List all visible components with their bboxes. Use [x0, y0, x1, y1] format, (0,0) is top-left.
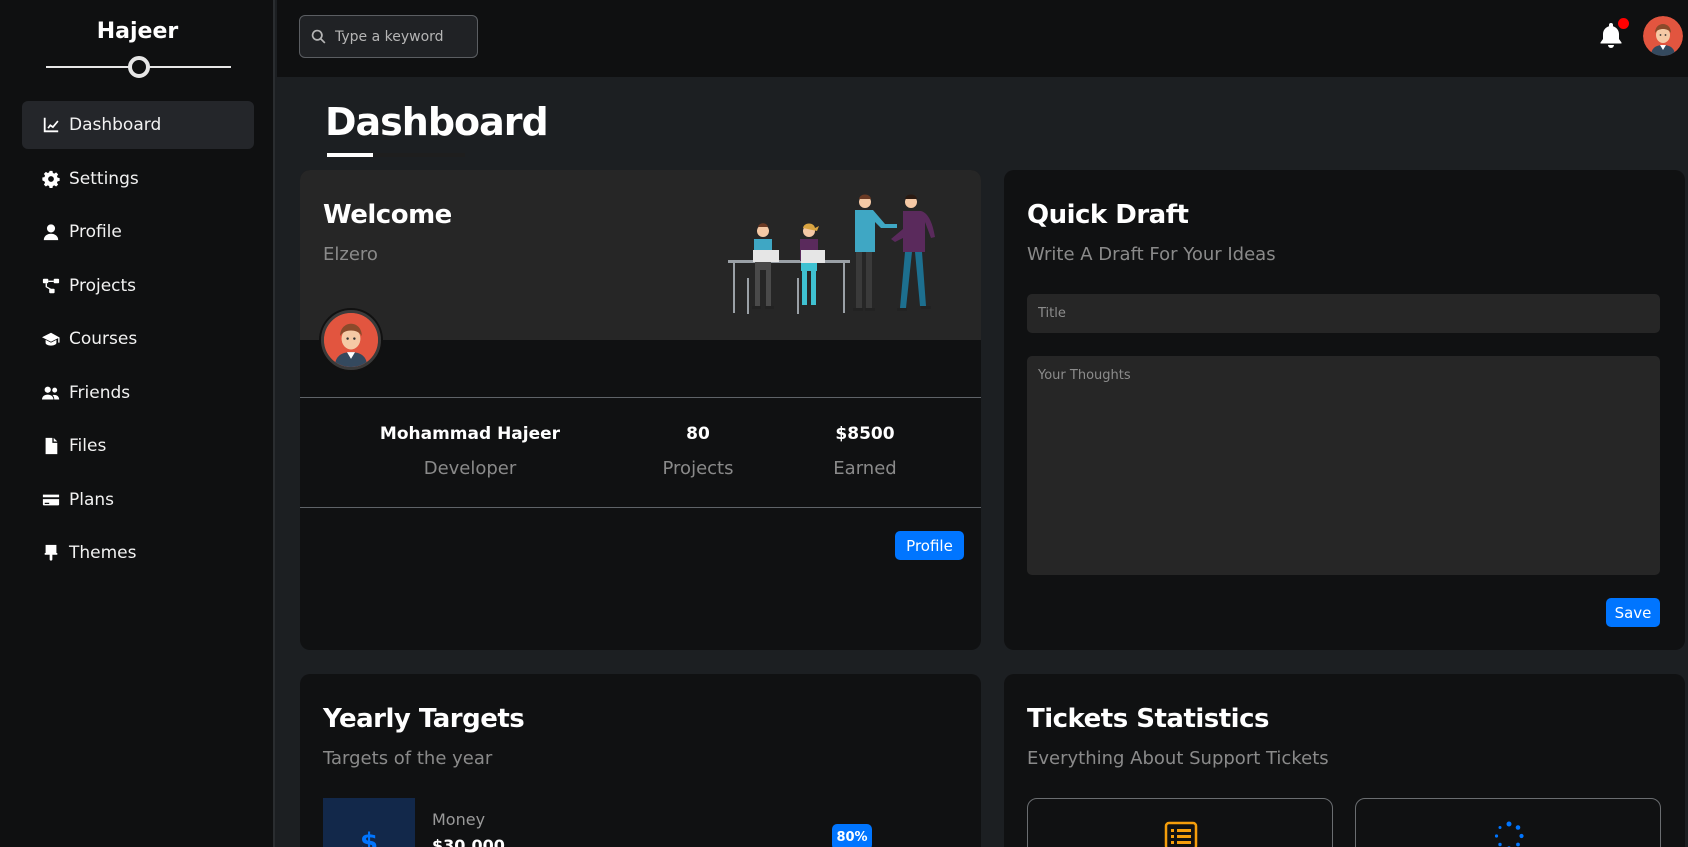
spinner-icon: [1494, 821, 1524, 847]
stat-projects: 80 Projects: [618, 424, 778, 479]
stat-earned-value: $8500: [835, 424, 895, 444]
stat-projects-value: 80: [686, 424, 710, 444]
title-underline-highlight: [327, 153, 373, 157]
sidebar-item-label: Files: [69, 436, 107, 456]
money-percent-badge: 80%: [832, 824, 872, 847]
money-label: Money: [432, 810, 486, 829]
sidebar-item-themes[interactable]: Themes: [22, 529, 254, 577]
users-icon: [41, 383, 61, 403]
tickets-statistics-card: Tickets Statistics Everything About Supp…: [1004, 674, 1685, 847]
gear-icon: [41, 169, 61, 189]
stat-earned: $8500 Earned: [785, 424, 945, 479]
brand-knob: [128, 56, 150, 78]
stat-name-label: Developer: [423, 458, 517, 479]
search-icon: [311, 29, 326, 44]
page-title: Dashboard: [325, 100, 549, 144]
sidebar-nav: Dashboard Settings Profile Projects Cour…: [22, 101, 254, 583]
brand-title: Hajeer: [96, 19, 179, 44]
sidebar-item-label: Dashboard: [69, 115, 162, 135]
draft-title-input[interactable]: [1027, 294, 1660, 333]
sidebar-item-label: Courses: [69, 329, 138, 349]
chart-line-icon: [41, 115, 61, 135]
stat-projects-label: Projects: [662, 458, 734, 479]
credit-card-icon: [41, 490, 61, 510]
dollar-icon: $: [359, 828, 379, 847]
welcome-card: Welcome Elzero Mohammad Hajeer Developer…: [300, 170, 981, 650]
list-icon: [1164, 821, 1198, 847]
user-avatar-icon: [1643, 16, 1683, 56]
save-button[interactable]: Save: [1606, 598, 1660, 627]
yearly-targets-subtitle: Targets of the year: [323, 748, 493, 769]
quick-draft-card: Quick Draft Write A Draft For Your Ideas…: [1004, 170, 1685, 650]
quick-draft-title: Quick Draft: [1027, 200, 1189, 230]
team-illustration: [728, 194, 935, 314]
notification-bell[interactable]: [1599, 18, 1629, 50]
sidebar-item-projects[interactable]: Projects: [22, 262, 254, 310]
ticket-stat-box: [1355, 798, 1661, 847]
topbar: [277, 0, 1688, 77]
stat-name: Mohammad Hajeer Developer: [350, 424, 590, 479]
stat-earned-label: Earned: [833, 458, 897, 479]
divider: [300, 397, 981, 398]
tickets-statistics-subtitle: Everything About Support Tickets: [1027, 748, 1329, 769]
sidebar-item-label: Settings: [69, 168, 139, 189]
sidebar-item-dashboard[interactable]: Dashboard: [22, 101, 254, 149]
user-icon: [41, 222, 61, 242]
sidebar-item-courses[interactable]: Courses: [22, 315, 254, 363]
sidebar: Hajeer Dashboard Settings Profile Projec…: [0, 0, 275, 847]
sidebar-item-label: Friends: [69, 382, 131, 403]
sidebar-item-label: Themes: [69, 543, 137, 563]
graduation-cap-icon: [41, 329, 61, 349]
quick-draft-subtitle: Write A Draft For Your Ideas: [1027, 244, 1276, 265]
dashboard-app: Hajeer Dashboard Settings Profile Projec…: [0, 0, 1688, 847]
paint-brush-icon: [41, 543, 61, 563]
stat-name-value: Mohammad Hajeer: [379, 424, 561, 444]
sidebar-item-label: Projects: [69, 275, 137, 296]
user-avatar-icon: [324, 313, 378, 367]
sidebar-item-settings[interactable]: Settings: [22, 155, 254, 203]
diagram-project-icon: [41, 276, 61, 296]
profile-button[interactable]: Profile: [895, 531, 964, 560]
money-icon-box: $: [323, 798, 415, 847]
sidebar-item-files[interactable]: Files: [22, 422, 254, 470]
tickets-statistics-title: Tickets Statistics: [1027, 704, 1270, 734]
notification-dot: [1618, 18, 1629, 29]
sidebar-item-profile[interactable]: Profile: [22, 208, 254, 256]
search-box[interactable]: [299, 15, 478, 58]
yearly-targets-title: Yearly Targets: [323, 704, 525, 734]
welcome-subtitle: Elzero: [323, 244, 378, 265]
welcome-title: Welcome: [323, 200, 452, 230]
search-input[interactable]: [335, 28, 475, 45]
divider: [300, 507, 981, 508]
avatar: [321, 310, 381, 370]
ticket-stat-box: [1027, 798, 1333, 847]
avatar[interactable]: [1643, 16, 1683, 56]
draft-thoughts-textarea[interactable]: [1027, 356, 1660, 575]
sidebar-item-friends[interactable]: Friends: [22, 369, 254, 417]
yearly-targets-card: Yearly Targets Targets of the year $ Mon…: [300, 674, 981, 847]
welcome-header: Welcome Elzero: [300, 170, 981, 340]
sidebar-item-label: Profile: [69, 222, 122, 242]
file-icon: [41, 436, 61, 456]
sidebar-item-plans[interactable]: Plans: [22, 476, 254, 524]
sidebar-item-label: Plans: [69, 489, 115, 510]
money-value: $30,000: [432, 836, 505, 847]
